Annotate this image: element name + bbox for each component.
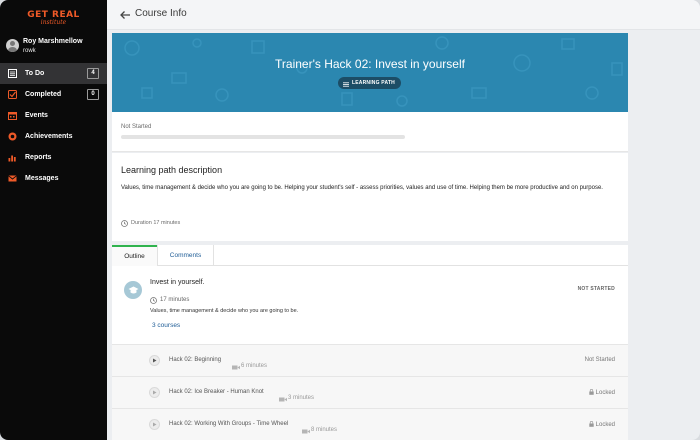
duration-text: Duration 17 minutes: [131, 220, 181, 226]
lesson-status: NOT STARTED: [577, 286, 615, 292]
sidebar-item-label: To Do: [25, 70, 45, 77]
list-icon: [343, 74, 349, 92]
lesson-description: Values, time management & decide who you…: [150, 308, 299, 314]
tab-bar: Outline Comments: [112, 245, 628, 266]
page-title: Course Info: [135, 8, 187, 19]
brand-logo[interactable]: GET REAL institute: [0, 10, 107, 26]
course-status: Not Started: [583, 357, 615, 363]
sidebar-item-label: Messages: [25, 175, 59, 182]
tab-outline[interactable]: Outline: [112, 245, 157, 266]
sidebar-item-to-do[interactable]: To Do 4: [0, 63, 107, 84]
description-text: Values, time management & decide who you…: [121, 185, 603, 191]
graduation-cap-icon: [124, 281, 142, 299]
course-title: Trainer's Hack 02: Invest in yourself: [275, 57, 465, 71]
course-list: Hack 02: Beginning 6 minutes Not Started…: [112, 344, 628, 440]
sidebar: GET REAL institute Roy Marshmellow rowk …: [0, 0, 107, 440]
course-name: Hack 02: Beginning: [169, 357, 222, 363]
course-status: Locked: [588, 389, 615, 397]
sidebar-item-messages[interactable]: Messages: [0, 168, 107, 189]
sidebar-item-completed[interactable]: Completed 0: [0, 84, 107, 105]
video-camera-icon: [232, 357, 240, 375]
list-item[interactable]: Hack 02: Working With Groups - Time Whee…: [112, 408, 628, 440]
lesson-title[interactable]: Invest in yourself.: [150, 279, 204, 286]
course-name: Hack 02: Ice Breaker - Human Knot: [169, 389, 264, 395]
completed-count-badge: 0: [87, 89, 99, 100]
tab-comments[interactable]: Comments: [157, 245, 214, 266]
brand-tagline: institute: [40, 19, 67, 26]
clock-icon: [150, 291, 157, 309]
list-item[interactable]: Hack 02: Beginning 6 minutes Not Started: [112, 344, 628, 376]
avatar: [6, 39, 19, 52]
sidebar-item-reports[interactable]: Reports: [0, 147, 107, 168]
video-duration: 6 minutes: [232, 357, 267, 375]
video-duration-text: 8 minutes: [311, 427, 338, 433]
course-status: Locked: [588, 421, 615, 429]
sidebar-item-achievements[interactable]: Achievements: [0, 126, 107, 147]
course-status-text: Locked: [595, 422, 615, 428]
sidebar-item-label: Events: [25, 112, 48, 119]
user-subtitle: rowk: [23, 48, 36, 54]
sidebar-item-label: Achievements: [25, 133, 73, 140]
badge-icon: [8, 132, 17, 141]
video-duration: 3 minutes: [279, 389, 314, 407]
learning-path-badge: LEARNING PATH: [338, 77, 401, 89]
calendar-icon: [8, 111, 17, 120]
video-camera-icon: [302, 421, 310, 439]
user-name: Roy Marshmellow: [23, 38, 83, 45]
video-duration: 8 minutes: [302, 421, 337, 439]
description-heading: Learning path description: [121, 165, 223, 175]
course-status-text: Not Started: [584, 357, 615, 363]
todo-count-badge: 4: [87, 68, 99, 79]
description-section: Learning path description Values, time m…: [112, 153, 628, 241]
video-camera-icon: [279, 389, 287, 407]
course-name: Hack 02: Working With Groups - Time Whee…: [169, 421, 289, 427]
play-icon[interactable]: [149, 355, 160, 366]
lock-icon: [588, 421, 594, 429]
progress-section: Not Started: [112, 112, 628, 152]
list-item[interactable]: Hack 02: Ice Breaker - Human Knot 3 minu…: [112, 376, 628, 408]
user-profile[interactable]: Roy Marshmellow rowk: [6, 37, 106, 59]
sidebar-item-label: Completed: [25, 91, 62, 98]
banner-pattern: [124, 36, 623, 107]
play-icon: [149, 387, 160, 398]
checkbox-icon: [8, 90, 17, 99]
lesson-duration: 17 minutes: [150, 291, 189, 309]
video-duration-text: 3 minutes: [288, 395, 315, 401]
lock-icon: [588, 389, 594, 397]
outline-section: Outline Comments Invest in yourself. 17 …: [112, 245, 628, 440]
courses-link[interactable]: 3 courses: [152, 322, 180, 329]
progress-bar: [121, 135, 405, 139]
app-window: GET REAL institute Roy Marshmellow rowk …: [0, 0, 700, 440]
course-hero-banner: Trainer's Hack 02: Invest in yourself LE…: [112, 33, 628, 112]
clock-icon: [121, 214, 128, 232]
bar-chart-icon: [8, 153, 17, 162]
envelope-icon: [8, 174, 17, 183]
sidebar-item-label: Reports: [25, 154, 52, 161]
duration-info: Duration 17 minutes: [121, 214, 180, 232]
course-content: Trainer's Hack 02: Invest in yourself LE…: [112, 33, 628, 440]
sidebar-item-events[interactable]: Events: [0, 105, 107, 126]
arrow-left-icon[interactable]: [119, 8, 131, 20]
sidebar-nav: To Do 4 Completed 0 Events Achievements …: [0, 63, 107, 189]
video-duration-text: 6 minutes: [241, 363, 268, 369]
course-status-text: Locked: [595, 390, 615, 396]
top-bar: Course Info: [107, 0, 700, 30]
lesson-duration-text: 17 minutes: [160, 297, 190, 303]
list-icon: [8, 69, 17, 78]
progress-status: Not Started: [121, 124, 152, 130]
play-icon: [149, 419, 160, 430]
badge-label: LEARNING PATH: [352, 80, 395, 86]
